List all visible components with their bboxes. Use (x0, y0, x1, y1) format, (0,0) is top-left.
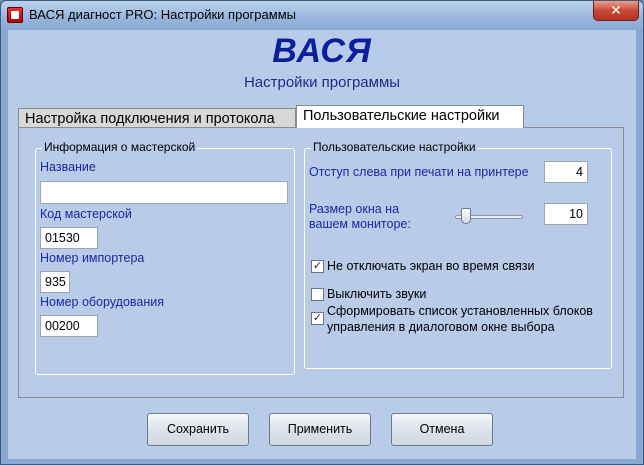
tab-user-settings[interactable]: Пользовательские настройки (296, 105, 524, 128)
equipment-field[interactable]: 00200 (40, 315, 98, 337)
importer-label: Номер импортера (40, 251, 145, 265)
user-settings-group: Пользовательские настройки Отступ слева … (304, 140, 612, 369)
apply-button[interactable]: Применить (269, 413, 371, 446)
workshop-info-group: Информация о мастерской Название Код мас… (35, 140, 295, 375)
sounds-off-checkbox[interactable] (311, 288, 324, 301)
print-offset-label: Отступ слева при печати на принтере (309, 165, 529, 179)
tab-panel: Информация о мастерской Название Код мас… (18, 127, 624, 398)
name-label: Название (40, 160, 96, 174)
code-label: Код мастерской (40, 207, 132, 221)
build-list-checkbox[interactable]: ✓ (311, 312, 324, 325)
screen-on-label[interactable]: Не отключать экран во время связи (327, 259, 534, 274)
window-size-field[interactable]: 10 (544, 203, 588, 225)
build-list-label-line1[interactable]: Сформировать список установленных блоков (327, 304, 593, 319)
window-size-label-line2: вашем мониторе: (309, 217, 411, 231)
name-field[interactable] (40, 181, 288, 204)
code-field[interactable]: 01530 (40, 227, 98, 249)
app-icon (7, 7, 23, 23)
screen-on-checkbox[interactable]: ✓ (311, 260, 324, 273)
brand-title: ВАСЯ (272, 32, 372, 70)
tab-connection-protocol[interactable]: Настройка подключения и протокола (18, 108, 296, 128)
print-offset-field[interactable]: 4 (544, 161, 588, 183)
close-button[interactable]: ✕ (593, 1, 639, 21)
window-title: ВАСЯ диагност PRO: Настройки программы (29, 7, 296, 22)
page-subtitle: Настройки программы (243, 74, 401, 91)
user-group-legend: Пользовательские настройки (311, 140, 478, 154)
title-bar[interactable]: ВАСЯ диагност PRO: Настройки программы ✕ (1, 1, 643, 29)
cancel-button[interactable]: Отмена (391, 413, 493, 446)
client-area: ВАСЯ Настройки программы Настройка подкл… (8, 30, 636, 459)
importer-field[interactable]: 935 (40, 271, 70, 293)
workshop-group-legend: Информация о мастерской (42, 140, 198, 154)
window-size-label-line1: Размер окна на (309, 202, 400, 216)
equipment-label: Номер оборудования (40, 295, 165, 309)
window-size-slider-thumb[interactable] (461, 208, 471, 224)
save-button[interactable]: Сохранить (147, 413, 249, 446)
settings-window: ВАСЯ диагност PRO: Настройки программы ✕… (0, 0, 644, 465)
sounds-off-label[interactable]: Выключить звуки (327, 287, 426, 302)
build-list-label-line2[interactable]: управления в диалоговом окне выбора (327, 320, 555, 335)
